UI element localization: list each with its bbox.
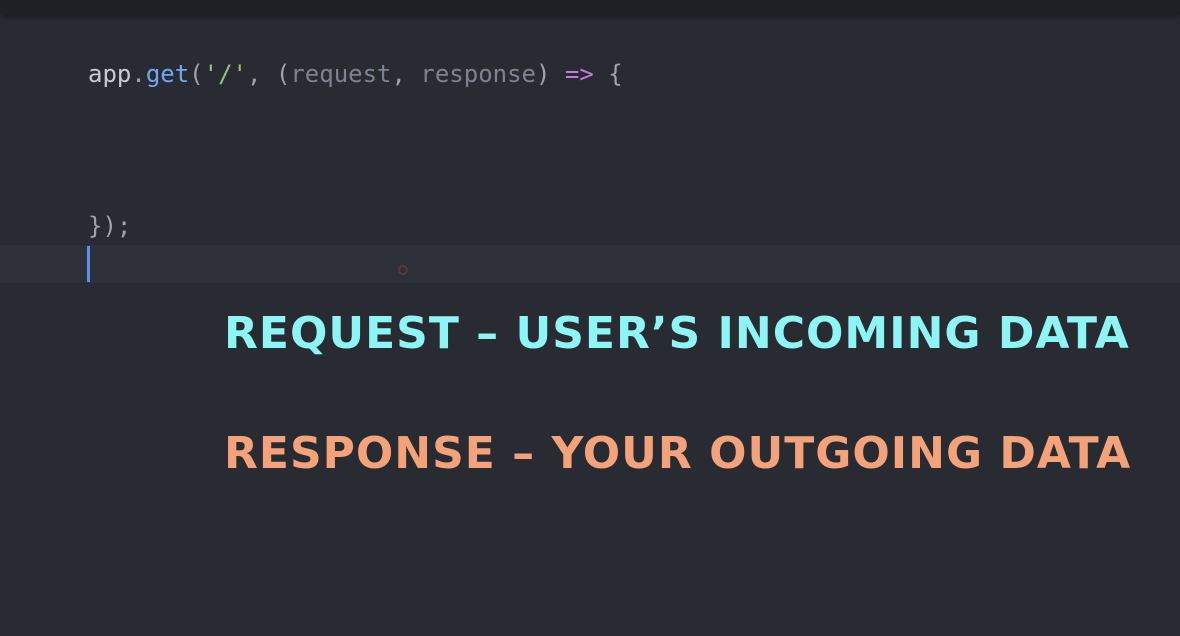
- token-params-open: (: [275, 60, 291, 88]
- token-closing: });: [88, 212, 132, 240]
- window-top-bar: [0, 0, 1180, 14]
- response-caption: RESPONSE – YOUR OUTGOING DATA: [224, 428, 1132, 479]
- token-app: app: [88, 60, 132, 88]
- current-line-highlight[interactable]: [0, 245, 1180, 283]
- token-get-method: get: [145, 60, 190, 88]
- code-line-2[interactable]: });: [88, 208, 131, 244]
- token-params-close: ): [536, 60, 551, 88]
- screen: app.get('/', (request, response) => { })…: [0, 0, 1180, 636]
- code-line-1[interactable]: app.get('/', (request, response) => {: [88, 56, 623, 92]
- token-open-paren: (: [189, 60, 204, 88]
- token-response-param: response: [420, 60, 536, 88]
- faint-marker: [398, 265, 408, 275]
- token-route-string: '/': [203, 60, 247, 88]
- token-arrow: =>: [564, 60, 594, 88]
- token-open-brace: {: [608, 60, 623, 88]
- token-comma: ,: [246, 60, 276, 88]
- token-param-separator: ,: [391, 60, 421, 88]
- token-dot: .: [131, 60, 146, 88]
- text-cursor: [87, 246, 90, 282]
- token-request-param: request: [290, 60, 392, 88]
- request-caption: REQUEST – USER’S INCOMING DATA: [224, 308, 1130, 359]
